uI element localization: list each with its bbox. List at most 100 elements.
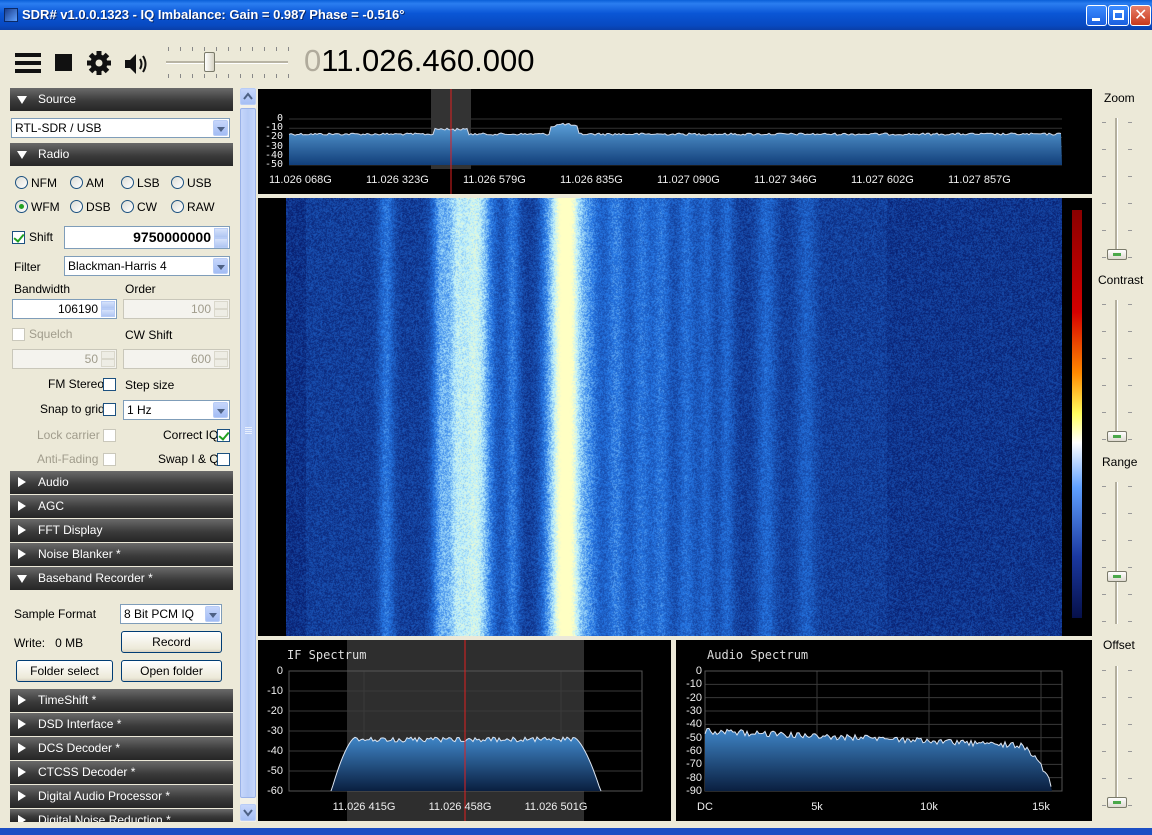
order-label: Order <box>125 282 156 296</box>
chevron-down-icon[interactable] <box>213 120 228 136</box>
volume-tick <box>276 74 277 78</box>
dcs-decoder-panel-header[interactable]: DCS Decoder * <box>10 737 233 760</box>
gear-icon[interactable] <box>86 50 112 76</box>
record-button[interactable]: Record <box>121 631 222 653</box>
snap-to-grid-checkbox[interactable] <box>103 403 116 416</box>
waterfall-display[interactable] <box>286 198 1062 636</box>
audio-spectrum-panel[interactable]: Audio Spectrum 0 -10 -20 -30 -40 -50 -60 -70 -80… <box>676 640 1092 821</box>
digital-audio-processor-panel-header[interactable]: Digital Audio Processor * <box>10 785 233 808</box>
fft-display-panel-header[interactable]: FFT Display <box>10 519 233 542</box>
mode-radio-dsb[interactable] <box>70 200 83 213</box>
volume-tick <box>192 74 193 78</box>
volume-tick <box>264 74 265 78</box>
expand-arrow-icon <box>18 815 26 822</box>
noise-blanker-panel-header[interactable]: Noise Blanker * <box>10 543 233 566</box>
slider-tick <box>1102 567 1106 568</box>
squelch-checkbox <box>12 328 25 341</box>
offset-slider[interactable] <box>1115 666 1118 808</box>
mode-radio-nfm[interactable] <box>15 176 28 189</box>
zoom-slider[interactable] <box>1115 118 1118 260</box>
volume-tick <box>168 47 169 51</box>
if-spectrum-y-tick: -40 <box>267 745 283 757</box>
stop-icon[interactable] <box>55 54 72 71</box>
expand-arrow-icon <box>18 719 26 729</box>
left-panel-scrollbar[interactable] <box>240 88 256 822</box>
range-slider-thumb[interactable] <box>1107 571 1127 583</box>
shift-spinner[interactable] <box>214 228 228 248</box>
mode-label-wfm: WFM <box>31 200 60 214</box>
frequency-display[interactable]: 011.026.460.000 <box>304 43 534 79</box>
scrollbar-thumb[interactable] <box>240 108 256 798</box>
maximize-button[interactable] <box>1108 5 1129 26</box>
if-spectrum-y-tick: -30 <box>267 725 283 737</box>
baseband-recorder-panel-header[interactable]: Baseband Recorder * <box>10 567 233 590</box>
close-button[interactable]: ✕ <box>1130 5 1151 26</box>
radio-panel-header[interactable]: Radio <box>10 143 233 166</box>
menu-icon[interactable] <box>15 53 41 73</box>
audio-spectrum-x-tick: DC <box>697 801 713 813</box>
mode-label-nfm: NFM <box>31 176 57 190</box>
contrast-slider[interactable] <box>1115 300 1118 442</box>
mode-radio-am[interactable] <box>70 176 83 189</box>
scroll-down-button[interactable] <box>240 804 256 821</box>
offset-slider-thumb[interactable] <box>1107 797 1127 808</box>
fm-stereo-checkbox[interactable] <box>103 378 116 391</box>
bandwidth-input[interactable]: 106190 <box>12 299 117 319</box>
if-spectrum-x-tick: 11.026 458G <box>428 801 492 813</box>
filter-select[interactable]: Blackman-Harris 4 <box>64 256 230 276</box>
mode-radio-wfm[interactable] <box>15 200 28 213</box>
source-panel-header[interactable]: Source <box>10 88 233 111</box>
swap-iq-checkbox[interactable] <box>217 453 230 466</box>
mode-radio-lsb[interactable] <box>121 176 134 189</box>
digital-noise-reduction-panel-header[interactable]: Digital Noise Reduction * <box>10 809 233 822</box>
frequency-value[interactable]: 11.026.460.000 <box>321 43 534 78</box>
correct-iq-checkbox[interactable] <box>217 429 230 442</box>
expand-arrow-icon <box>18 549 26 559</box>
timeshift-panel-header[interactable]: TimeShift * <box>10 689 233 712</box>
volume-tick <box>240 47 241 51</box>
speaker-icon[interactable] <box>123 52 151 76</box>
source-device-select[interactable]: RTL-SDR / USB <box>11 118 230 138</box>
mode-radio-cw[interactable] <box>121 200 134 213</box>
folder-select-button[interactable]: Folder select <box>16 660 113 682</box>
mode-radio-raw[interactable] <box>171 200 184 213</box>
agc-panel-header[interactable]: AGC <box>10 495 233 518</box>
chevron-down-icon[interactable] <box>205 606 220 622</box>
spectrum-fill <box>331 737 601 791</box>
frequency-leading-digit[interactable]: 0 <box>304 43 321 78</box>
audio-spectrum-plot[interactable] <box>676 640 1092 821</box>
chevron-down-icon[interactable] <box>213 258 228 274</box>
contrast-slider-thumb[interactable] <box>1107 431 1127 442</box>
main-spectrum-panel[interactable]: 0 -10 -20 -30 -40 -50 11.026 068G 11.026 323G 1… <box>258 89 1092 194</box>
cw-shift-label: CW Shift <box>125 328 173 342</box>
scroll-up-button[interactable] <box>240 88 256 105</box>
waterfall-panel[interactable] <box>258 198 1092 636</box>
bandwidth-spinner[interactable] <box>101 301 115 317</box>
volume-slider-thumb[interactable] <box>204 52 216 72</box>
shift-input[interactable]: 9750000000 <box>64 226 230 249</box>
main-spectrum-x-tick: 11.027 602G <box>851 174 914 186</box>
ctcss-decoder-panel-header[interactable]: CTCSS Decoder * <box>10 761 233 784</box>
audio-panel-header[interactable]: Audio <box>10 471 233 494</box>
shift-checkbox[interactable] <box>12 231 25 244</box>
zoom-slider-thumb[interactable] <box>1107 249 1127 260</box>
mode-radio-usb[interactable] <box>171 176 184 189</box>
slider-tick <box>1102 149 1106 150</box>
if-spectrum-panel[interactable]: IF Spectrum 0 -10 -20 -30 -40 -50 -60 11.026 4… <box>258 640 671 821</box>
if-spectrum-y-tick: 0 <box>276 665 283 677</box>
if-spectrum-y-tick: -50 <box>267 765 283 777</box>
waterfall-color-scale <box>1072 210 1082 618</box>
minimize-button[interactable] <box>1086 5 1107 26</box>
volume-slider[interactable] <box>166 61 288 64</box>
step-size-select[interactable]: 1 Hz <box>123 400 230 420</box>
slider-tick <box>1128 412 1132 413</box>
expand-arrow-icon <box>18 743 26 753</box>
if-spectrum-plot[interactable] <box>258 640 671 821</box>
audio-spectrum-y-tick: -60 <box>686 745 702 757</box>
sample-format-select[interactable]: 8 Bit PCM IQ <box>120 604 222 624</box>
dsd-interface-panel-header[interactable]: DSD Interface * <box>10 713 233 736</box>
if-spectrum-y-tick: -10 <box>267 685 283 697</box>
open-folder-button[interactable]: Open folder <box>121 660 222 682</box>
range-slider[interactable] <box>1115 482 1118 624</box>
chevron-down-icon[interactable] <box>213 402 228 418</box>
